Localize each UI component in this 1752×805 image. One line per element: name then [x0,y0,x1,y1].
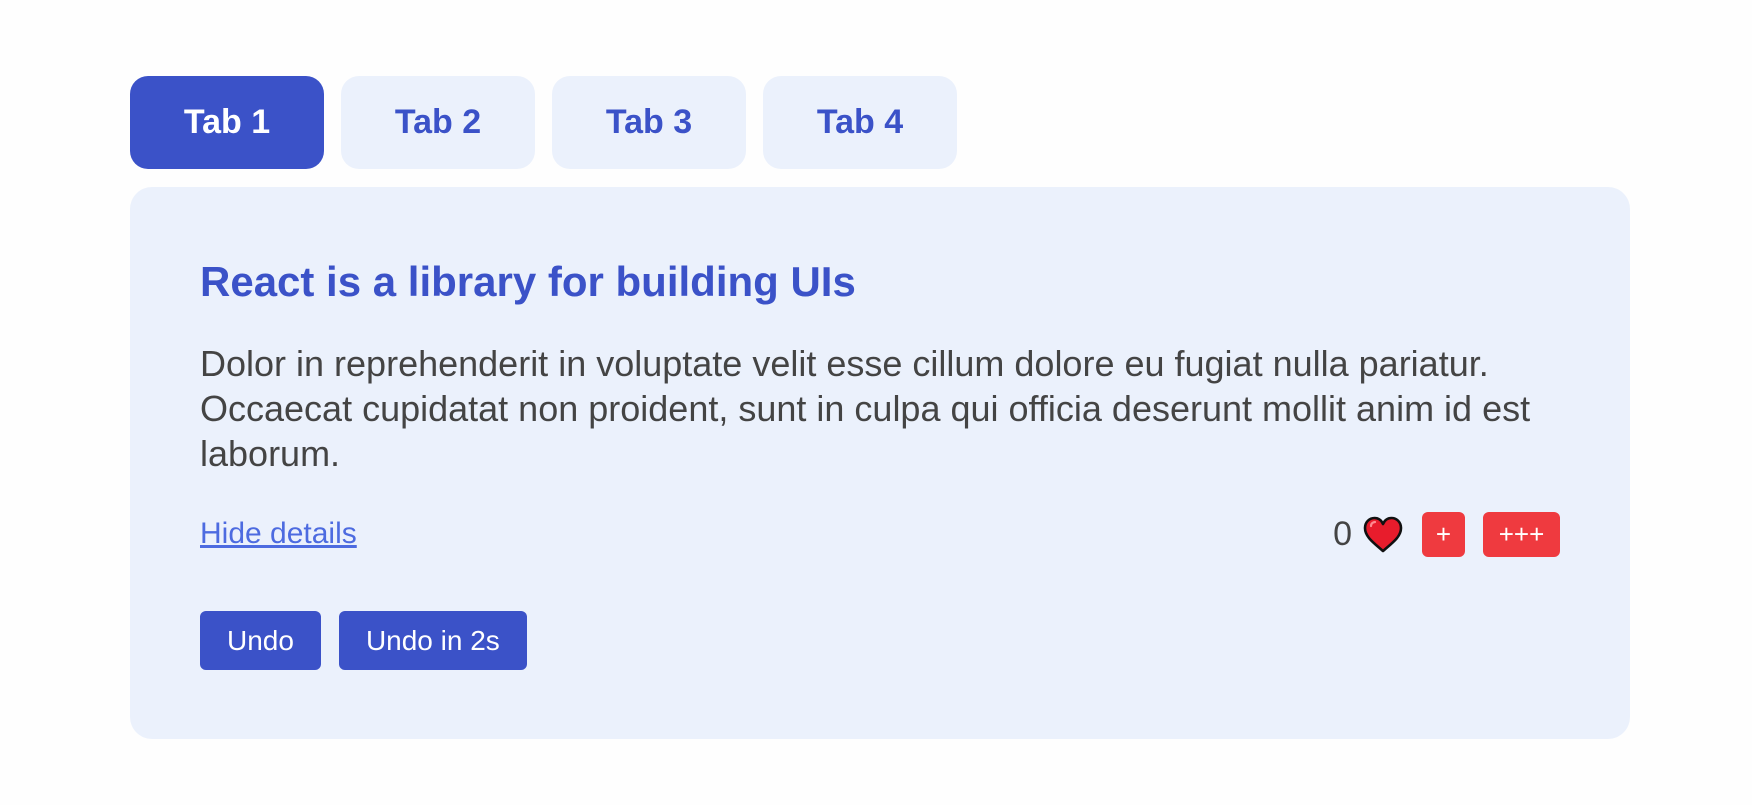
tab-4[interactable]: Tab 4 [763,76,957,169]
like-plus-button[interactable]: + [1422,512,1465,557]
tab-2[interactable]: Tab 2 [341,76,535,169]
panel-title: React is a library for building UIs [200,258,856,305]
undo-delayed-button[interactable]: Undo in 2s [338,611,527,670]
hide-details-link[interactable]: Hide details [200,517,357,551]
panel-body-text: Dolor in reprehenderit in voluptate veli… [200,343,1531,474]
tab-1[interactable]: Tab 1 [130,76,324,169]
like-count: 0 [1333,515,1352,553]
undo-actions: Undo Undo in 2s [200,611,527,670]
like-controls: 0 + +++ [1333,512,1560,557]
heart-icon [1363,516,1403,552]
tab-panel: React is a library for building UIs Dolo… [130,187,1630,739]
like-triple-button[interactable]: +++ [1483,512,1560,557]
tab-bar: Tab 1 Tab 2 Tab 3 Tab 4 [130,76,957,169]
tab-3[interactable]: Tab 3 [552,76,746,169]
undo-button[interactable]: Undo [200,611,321,670]
